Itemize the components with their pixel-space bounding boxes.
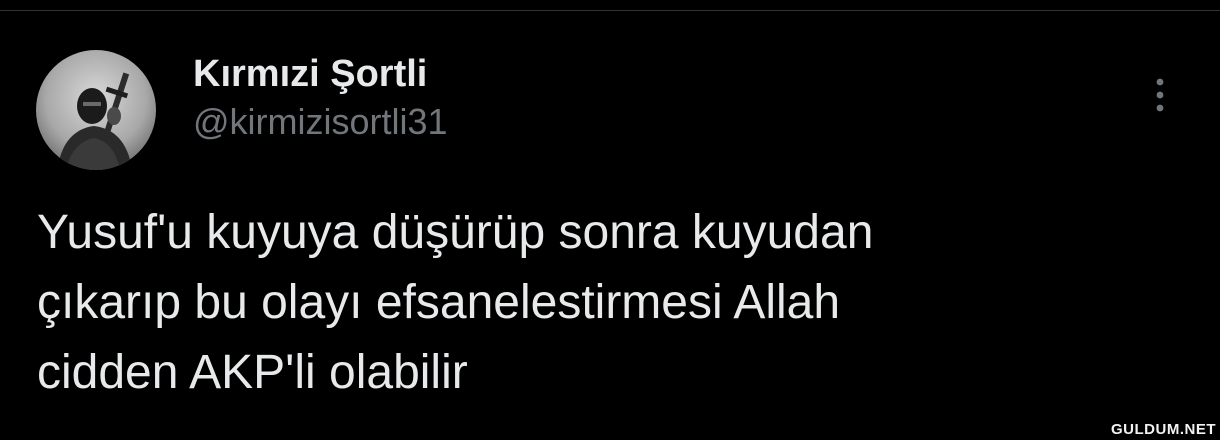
tweet-text: Yusuf'u kuyuya düşürüp sonra kuyudan çık… (37, 206, 874, 399)
soldier-avatar-icon (36, 50, 156, 170)
avatar[interactable] (36, 50, 156, 170)
watermark: GULDUM.NET (1111, 421, 1216, 438)
more-options-button[interactable] (1142, 72, 1178, 122)
author-handle[interactable]: @kirmizisortli31 (193, 100, 448, 144)
tweet: Kırmızi Şortli @kirmizisortli31 Yusuf'u … (0, 0, 1220, 440)
tweet-author: Kırmızi Şortli @kirmizisortli31 (193, 52, 448, 144)
vertical-ellipsis-icon (1156, 78, 1164, 112)
author-display-name[interactable]: Kırmızi Şortli (193, 52, 448, 96)
